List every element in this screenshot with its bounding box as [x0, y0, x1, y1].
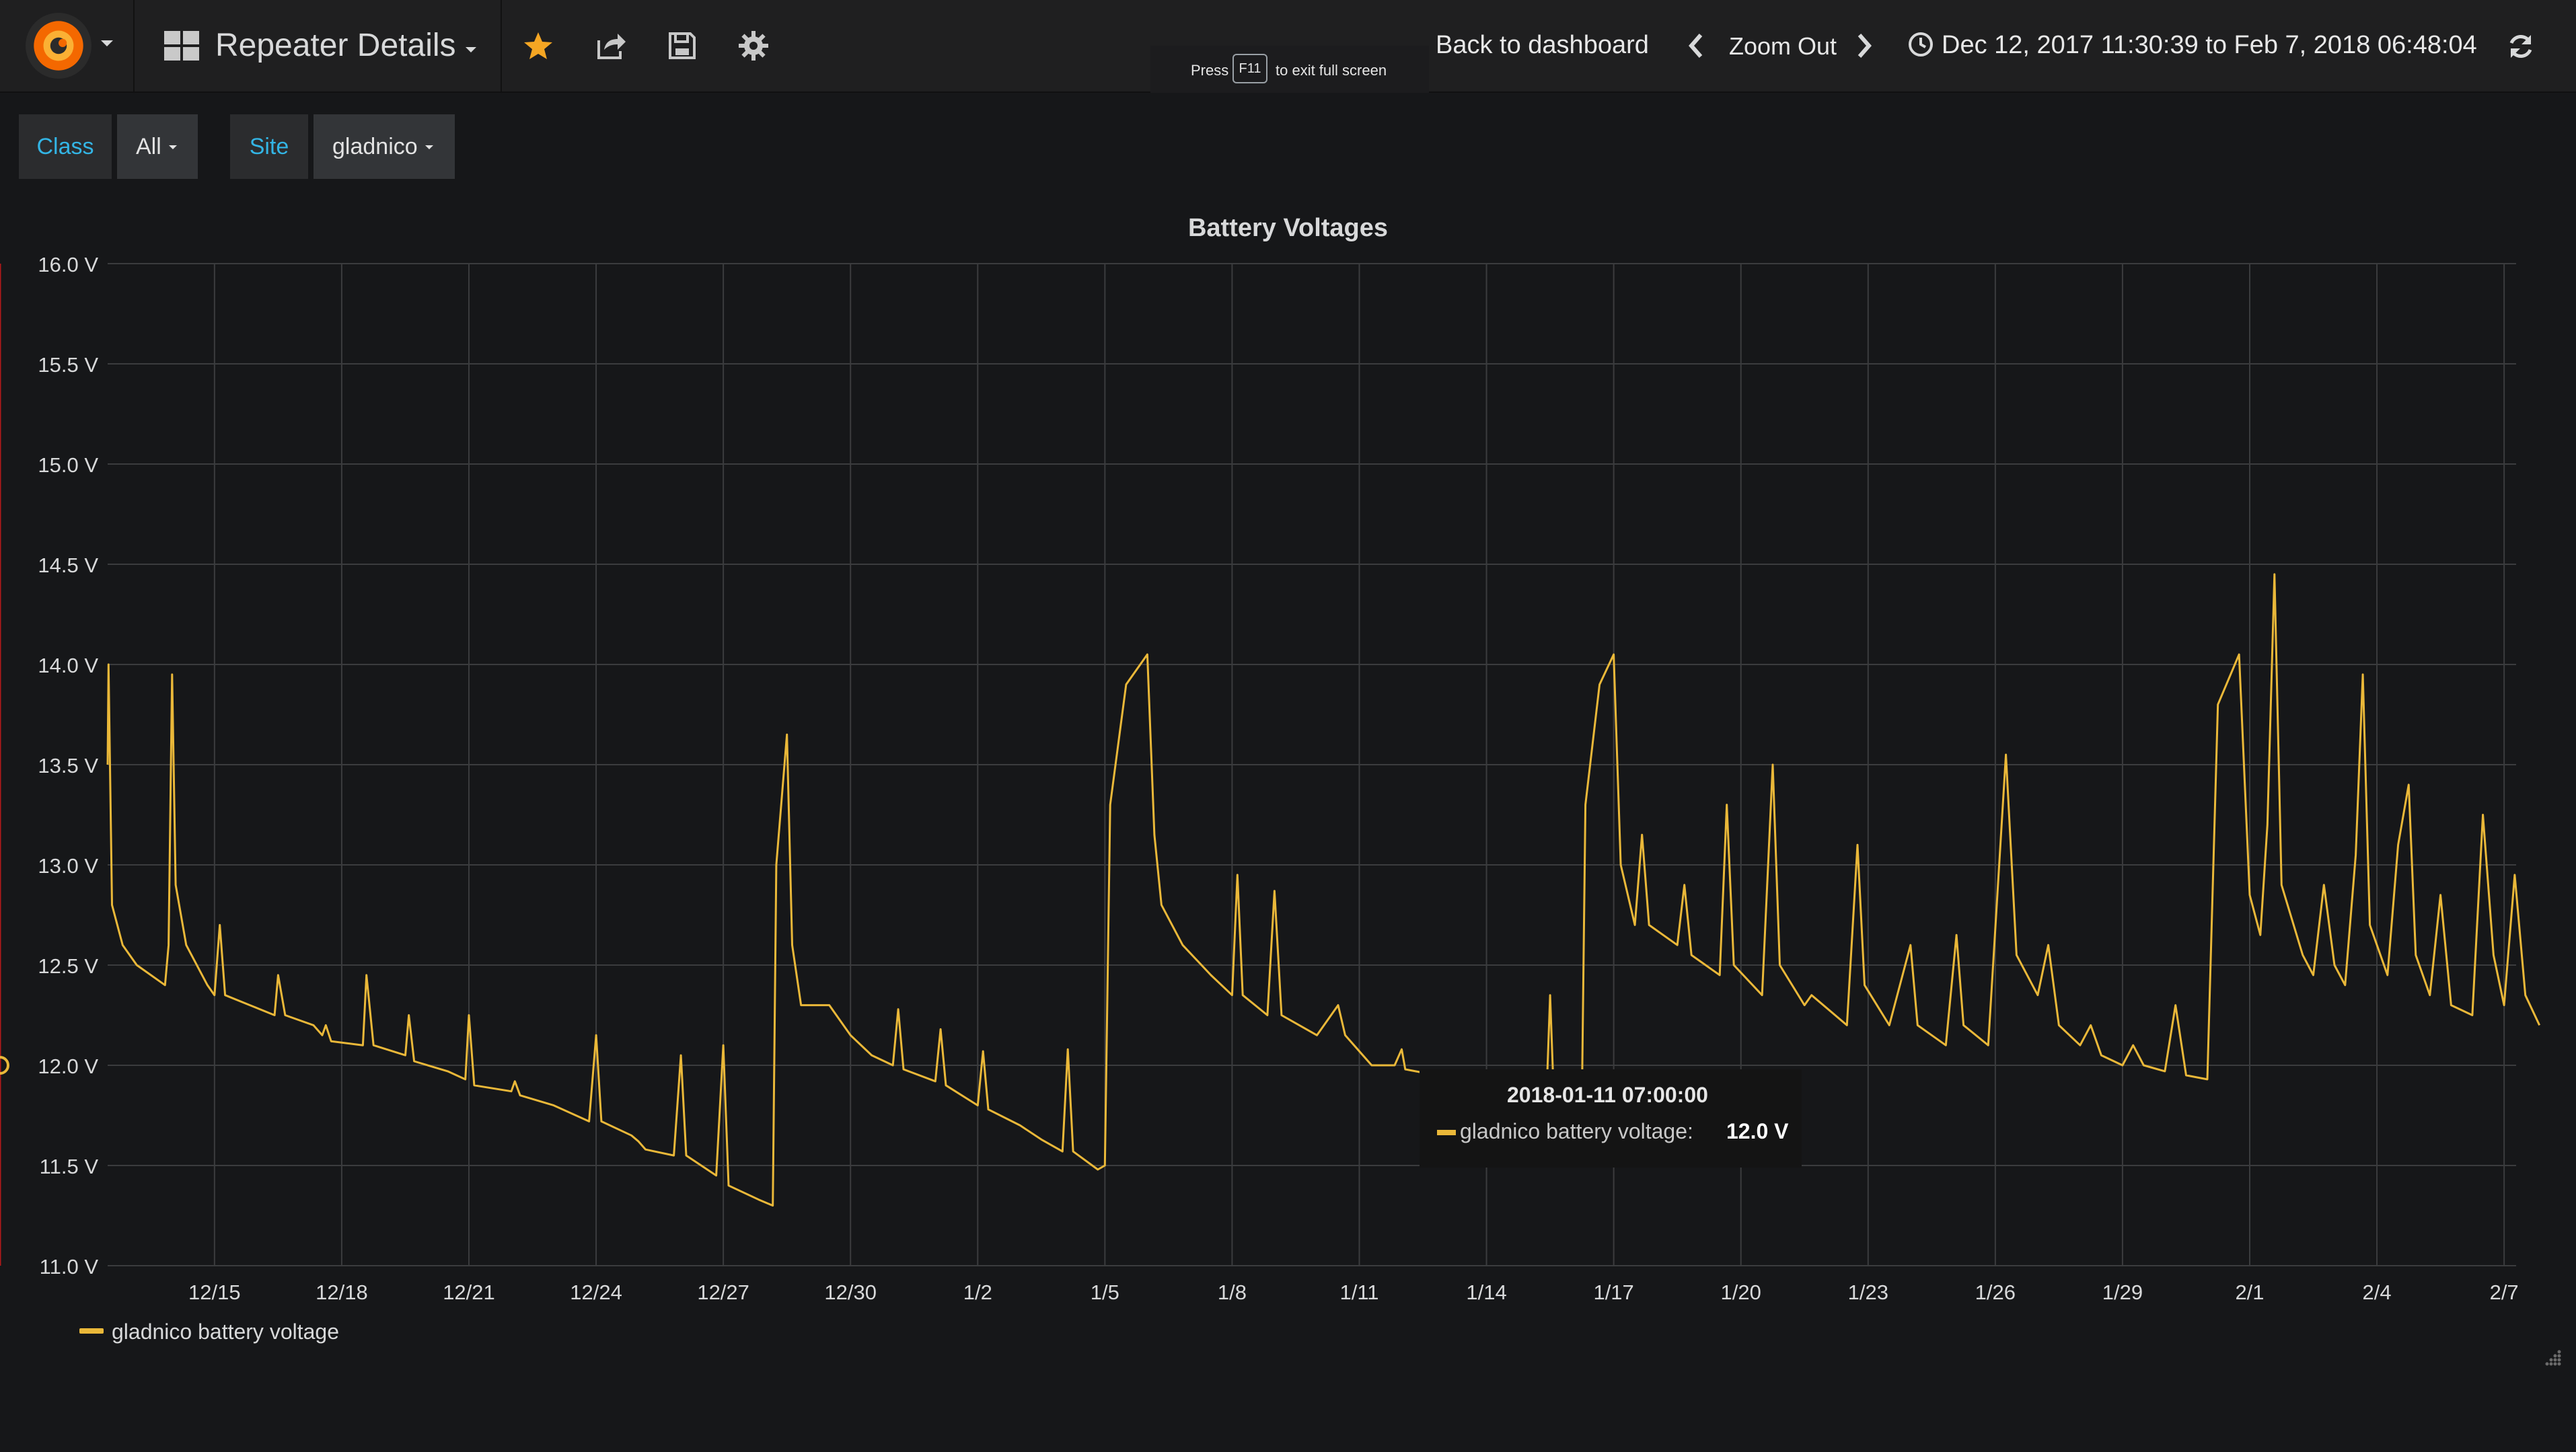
x-tick-label: 2/7 — [2490, 1281, 2519, 1304]
y-tick-label: 12.0 V — [38, 1055, 98, 1078]
x-axis-ticks: 12/15 12/18 12/21 12/24 12/27 12/30 1/2 1/5 1/8 1… — [188, 1281, 2519, 1304]
series-line[interactable] — [106, 573, 2541, 1207]
y-tick-label: 15.0 V — [38, 453, 98, 477]
y-tick-label: 11.0 V — [40, 1255, 99, 1278]
series-layer — [106, 573, 2541, 1207]
x-tick-label: 1/29 — [2102, 1281, 2143, 1304]
x-tick-label: 1/14 — [1466, 1281, 1506, 1304]
x-tick-label: 1/8 — [1218, 1281, 1247, 1304]
x-tick-label: 12/18 — [316, 1281, 368, 1304]
x-tick-label: 1/2 — [963, 1281, 992, 1304]
y-tick-label: 15.5 V — [38, 353, 98, 377]
x-tick-label: 1/20 — [1721, 1281, 1761, 1304]
x-tick-label: 12/30 — [824, 1281, 877, 1304]
x-tick-label: 12/21 — [443, 1281, 495, 1304]
tooltip-series-swatch — [1437, 1130, 1456, 1135]
legend-swatch — [79, 1328, 104, 1334]
legend-item[interactable]: gladnico battery voltage — [79, 1320, 339, 1344]
tooltip-series-name: gladnico battery voltage: — [1460, 1119, 1693, 1143]
y-tick-label: 12.5 V — [38, 954, 98, 978]
y-tick-label: 16.0 V — [38, 253, 98, 276]
y-tick-label: 14.5 V — [38, 553, 98, 577]
resize-handle-icon[interactable] — [2543, 1348, 2562, 1367]
x-tick-label: 12/15 — [188, 1281, 241, 1304]
x-tick-label: 2/1 — [2235, 1281, 2264, 1304]
legend-series-name[interactable]: gladnico battery voltage — [112, 1320, 339, 1344]
tooltip-value: 12.0 V — [1726, 1119, 1789, 1143]
chart-grid — [108, 263, 2516, 1266]
x-tick-label: 1/11 — [1339, 1281, 1378, 1304]
x-tick-label: 1/26 — [1975, 1281, 2016, 1304]
y-tick-label: 14.0 V — [38, 654, 98, 677]
y-axis-ticks: 11.0 V 11.5 V 12.0 V 12.5 V 13.0 V 13.5 V 14.0… — [38, 253, 98, 1278]
hover-tooltip: 2018-01-11 07:00:00 gladnico battery vol… — [1420, 1069, 1802, 1168]
hover-point — [0, 1056, 9, 1075]
tooltip-time: 2018-01-11 07:00:00 — [1507, 1083, 1708, 1107]
x-tick-label: 1/5 — [1091, 1281, 1119, 1304]
y-tick-label: 11.5 V — [40, 1155, 99, 1178]
x-tick-label: 1/17 — [1593, 1281, 1633, 1304]
battery-voltage-chart[interactable]: 11.0 V 11.5 V 12.0 V 12.5 V 13.0 V 13.5 V 14.0… — [0, 0, 2576, 1452]
y-tick-label: 13.5 V — [38, 754, 98, 777]
x-tick-label: 2/4 — [2363, 1281, 2392, 1304]
y-tick-label: 13.0 V — [38, 854, 98, 878]
x-tick-label: 1/23 — [1848, 1281, 1888, 1304]
x-tick-label: 12/24 — [570, 1281, 622, 1304]
crosshair-layer — [0, 264, 9, 1266]
x-tick-label: 12/27 — [697, 1281, 749, 1304]
